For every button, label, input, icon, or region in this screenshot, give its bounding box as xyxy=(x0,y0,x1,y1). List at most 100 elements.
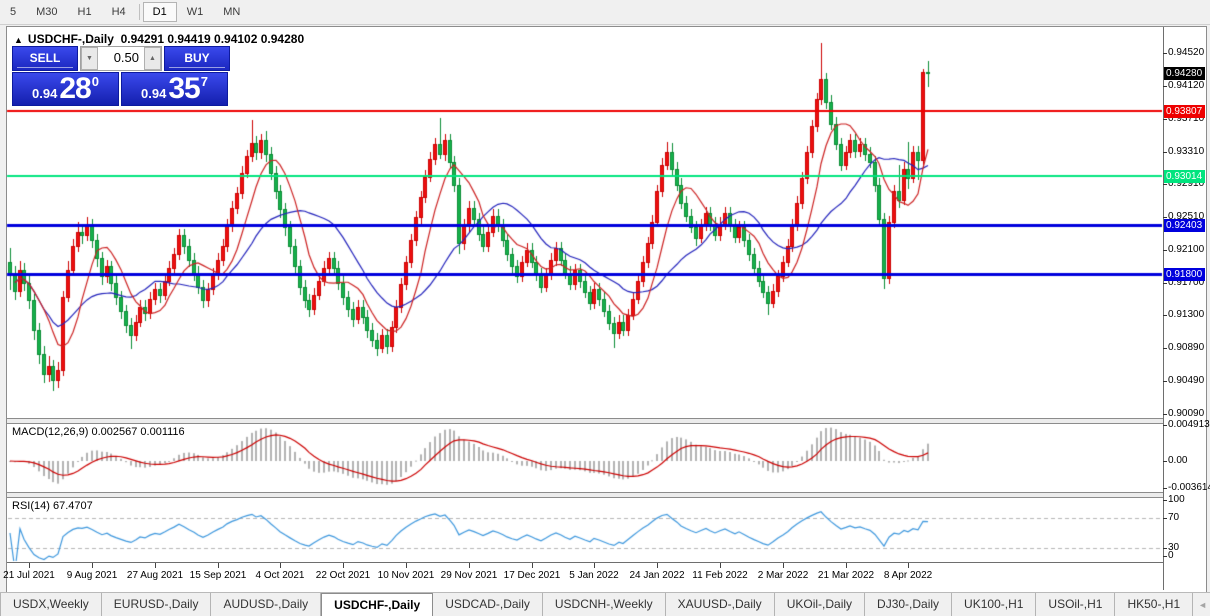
date-tick-mark xyxy=(783,563,784,568)
date-tick-mark xyxy=(218,563,219,568)
level-price-badge: 0.93807 xyxy=(1164,105,1205,118)
date-tick-label: 21 Mar 2022 xyxy=(817,570,875,581)
price-tick-mark xyxy=(1163,348,1167,349)
volume-input[interactable]: 0.50 xyxy=(98,47,144,70)
date-tick-label: 2 Mar 2022 xyxy=(757,570,809,581)
buy-button[interactable]: BUY xyxy=(164,46,230,71)
date-tick-mark xyxy=(657,563,658,568)
buy-price-big: 35 xyxy=(168,72,200,105)
price-tick-mark xyxy=(1163,414,1167,415)
buy-price-prefix: 0.94 xyxy=(141,86,167,101)
price-tick-label: 0.90890 xyxy=(1168,342,1205,353)
tab-xauusd-daily[interactable]: XAUUSD-,Daily xyxy=(666,593,775,616)
date-tick-mark xyxy=(29,563,30,568)
price-tick-mark xyxy=(1163,283,1167,284)
price-tick-mark xyxy=(1163,184,1167,185)
date-tick-mark xyxy=(908,563,909,568)
date-tick-label: 29 Nov 2021 xyxy=(440,570,498,581)
tab-dj30-daily[interactable]: DJ30-,Daily xyxy=(865,593,953,616)
price-tick-label: 0.93310 xyxy=(1168,146,1205,157)
tab-eurusd-daily[interactable]: EURUSD-,Daily xyxy=(102,593,212,616)
macd-tick-label: 0.004913 xyxy=(1168,419,1210,430)
sell-price-big: 28 xyxy=(59,72,91,105)
date-tick-mark xyxy=(720,563,721,568)
price-tick-label: 0.90490 xyxy=(1168,375,1205,386)
symbol-tab-bar: USDX,Weekly EURUSD-,Daily AUDUSD-,Daily USD… xyxy=(0,592,1210,616)
price-tick-label: 0.94120 xyxy=(1168,80,1205,91)
buy-price-box[interactable]: 0.94 35 7 xyxy=(121,72,228,106)
date-tick-label: 10 Nov 2021 xyxy=(377,570,435,581)
date-tick-label: 21 Jul 2021 xyxy=(3,570,55,581)
level-price-badge: 0.93014 xyxy=(1164,170,1205,183)
rsi-tick-label: 100 xyxy=(1168,494,1185,505)
one-click-trade-widget: SELL ▼ 0.50 ▲ BUY 0.94 28 0 0.94 35 7 xyxy=(12,46,230,106)
rsi-label: RSI(14) 67.4707 xyxy=(12,500,93,512)
date-tick-label: 17 Dec 2021 xyxy=(503,570,561,581)
trading-platform-window: 5 M30 H1 H4 D1 W1 MN ▲USDCHF-,Daily 0.94… xyxy=(0,0,1210,616)
tab-usdchf-daily[interactable]: USDCHF-,Daily xyxy=(321,593,434,616)
date-tick-mark xyxy=(406,563,407,568)
date-tick-label: 27 Aug 2021 xyxy=(126,570,184,581)
price-tick-mark xyxy=(1163,315,1167,316)
sell-price-box[interactable]: 0.94 28 0 xyxy=(12,72,119,106)
volume-increase-icon[interactable]: ▲ xyxy=(144,47,161,70)
date-tick-mark xyxy=(280,563,281,568)
tab-uk100-h1[interactable]: UK100-,H1 xyxy=(952,593,1037,616)
date-tick-label: 8 Apr 2022 xyxy=(883,570,933,581)
date-tick-mark xyxy=(532,563,533,568)
price-tick-mark xyxy=(1163,119,1167,120)
macd-tick-label: -0.003614 xyxy=(1168,482,1210,493)
date-tick-label: 11 Feb 2022 xyxy=(692,570,748,581)
tab-usoil-h1[interactable]: USOil-,H1 xyxy=(1036,593,1116,616)
rsi-tick-mark xyxy=(1163,556,1167,557)
chart-symbol-label: USDCHF-,Daily xyxy=(27,32,114,46)
macd-tick-mark xyxy=(1163,488,1167,489)
rsi-tick-label: 0 xyxy=(1168,550,1174,561)
sell-price-prefix: 0.94 xyxy=(32,86,58,101)
rsi-tick-mark xyxy=(1163,518,1167,519)
tab-usdx-weekly[interactable]: USDX,Weekly xyxy=(1,593,102,616)
macd-tick-mark xyxy=(1163,425,1167,426)
tab-scroll-left-icon[interactable]: ◄ xyxy=(1193,600,1210,610)
date-tick-mark xyxy=(469,563,470,568)
price-tick-mark xyxy=(1163,381,1167,382)
date-tick-label: 9 Aug 2021 xyxy=(66,570,118,581)
tab-hk50-h1[interactable]: HK50-,H1 xyxy=(1115,593,1194,616)
date-tick-label: 15 Sep 2021 xyxy=(189,570,247,581)
price-tick-mark xyxy=(1163,86,1167,87)
level-price-badge: 0.91800 xyxy=(1164,268,1205,281)
level-price-badge: 0.92403 xyxy=(1164,219,1205,232)
date-tick-mark xyxy=(155,563,156,568)
tab-scroll-arrows: ◄► xyxy=(1193,593,1210,616)
date-tick-label: 24 Jan 2022 xyxy=(629,570,685,581)
tab-usdcnh-weekly[interactable]: USDCNH-,Weekly xyxy=(543,593,666,616)
volume-decrease-icon[interactable]: ▼ xyxy=(81,47,98,70)
current-price-badge: 0.94280 xyxy=(1164,67,1205,80)
chart-title: ▲ USDCHF-,Daily 0.94291 0.94419 0.94102 0… xyxy=(14,32,304,46)
tab-ukoil-daily[interactable]: UKOil-,Daily xyxy=(775,593,866,616)
price-tick-mark xyxy=(1163,152,1167,153)
collapse-triangle-icon[interactable]: ▲ xyxy=(14,35,23,45)
date-tick-label: 22 Oct 2021 xyxy=(315,570,371,581)
tab-audusd-daily[interactable]: AUDUSD-,Daily xyxy=(211,593,322,616)
macd-tick-mark xyxy=(1163,461,1167,462)
rsi-tick-mark xyxy=(1163,500,1167,501)
price-tick-mark xyxy=(1163,53,1167,54)
price-tick-mark xyxy=(1163,217,1167,218)
date-tick-label: 5 Jan 2022 xyxy=(569,570,619,581)
tab-usdcad-daily[interactable]: USDCAD-,Daily xyxy=(433,593,543,616)
macd-tick-label: 0.00 xyxy=(1168,455,1188,466)
sell-button[interactable]: SELL xyxy=(12,46,78,71)
price-tick-label: 0.92100 xyxy=(1168,244,1205,255)
date-tick-mark xyxy=(92,563,93,568)
macd-label: MACD(12,26,9) 0.002567 0.001116 xyxy=(12,426,185,438)
date-tick-mark xyxy=(594,563,595,568)
price-tick-label: 0.90090 xyxy=(1168,408,1205,419)
rsi-tick-mark xyxy=(1163,548,1167,549)
chart-ohlc-values: 0.94291 0.94419 0.94102 0.94280 xyxy=(120,32,305,46)
date-tick-mark xyxy=(846,563,847,568)
rsi-tick-label: 70 xyxy=(1168,512,1180,523)
date-tick-mark xyxy=(343,563,344,568)
price-tick-label: 0.91300 xyxy=(1168,309,1205,320)
price-tick-label: 0.94520 xyxy=(1168,47,1205,58)
